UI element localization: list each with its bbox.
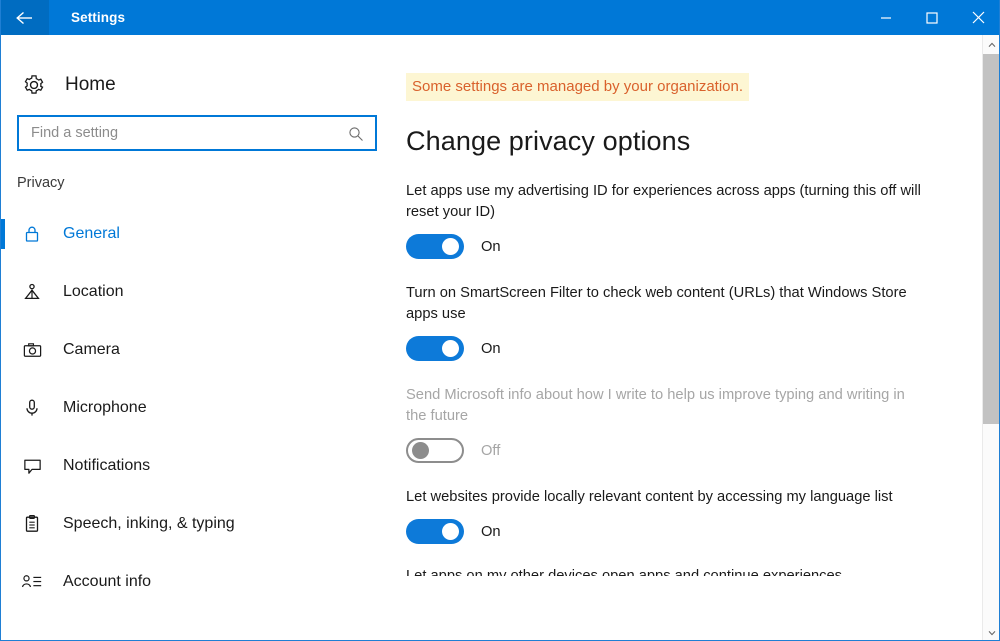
home-label: Home: [65, 74, 116, 95]
sidebar-item-microphone[interactable]: Microphone: [1, 379, 393, 437]
sidebar-item-label: Location: [63, 283, 124, 300]
close-button[interactable]: [955, 0, 999, 35]
toggle-row: Off: [406, 438, 926, 463]
managed-by-organization-banner: Some settings are managed by your organi…: [406, 73, 750, 101]
sidebar-item-label: Notifications: [63, 457, 151, 474]
scrollbar-thumb[interactable]: [983, 54, 999, 424]
account-info-icon: [17, 567, 47, 597]
camera-icon: [17, 335, 47, 365]
toggle-switch[interactable]: [406, 519, 464, 544]
clipboard-icon: [17, 509, 47, 539]
location-pin-icon: [17, 277, 47, 307]
search-box[interactable]: [17, 115, 377, 151]
sidebar: Home Privacy: [1, 35, 393, 640]
sidebar-item-label: Camera: [63, 341, 120, 358]
speech-bubble-icon: [17, 451, 47, 481]
sidebar-item-location[interactable]: Location: [1, 263, 393, 321]
toggle-switch[interactable]: [406, 234, 464, 259]
toggle-state-label: On: [481, 238, 501, 255]
scrollbar-down-button[interactable]: [983, 623, 999, 640]
sidebar-item-label: Microphone: [63, 399, 147, 416]
window-controls: [863, 0, 999, 35]
settings-window: Settings Home Find a setting Privacy Gen…: [0, 0, 1000, 641]
sidebar-item-label: Speech, inking, & typing: [63, 515, 235, 532]
sidebar-section-title: Privacy: [17, 175, 65, 191]
search-input[interactable]: [31, 118, 341, 148]
minimize-icon: [880, 12, 892, 24]
setting-partial-cutoff: Let apps on my other devices open apps a…: [406, 568, 843, 576]
gear-icon: [19, 74, 49, 96]
toggle-knob: [442, 523, 459, 540]
sidebar-item-account-info[interactable]: Account info: [1, 553, 393, 611]
sidebar-item-general[interactable]: General: [1, 205, 393, 263]
sidebar-item-label: Account info: [63, 573, 152, 590]
sidebar-item-label: General: [63, 225, 120, 242]
sidebar-item-camera[interactable]: Camera: [1, 321, 393, 379]
toggle-state-label: On: [481, 523, 501, 540]
toggle-state-label: On: [481, 340, 501, 357]
search-icon[interactable]: [347, 125, 365, 143]
toggle-switch[interactable]: [406, 438, 464, 463]
sidebar-nav-list: General Location Camera Microphone Notif…: [1, 205, 393, 611]
lock-icon: [17, 219, 47, 249]
toggle-knob: [442, 238, 459, 255]
maximize-icon: [926, 11, 938, 24]
window-body: Home Privacy: [1, 35, 999, 640]
sidebar-item-home[interactable]: Home: [19, 63, 393, 107]
setting-label: Let websites provide locally relevant co…: [406, 489, 893, 505]
setting-advertising-id: Let apps use my advertising ID for exper…: [406, 181, 926, 259]
toggle-row: On: [406, 336, 926, 361]
microphone-icon: [17, 393, 47, 423]
sidebar-item-notifications[interactable]: Notifications: [1, 437, 393, 495]
chevron-up-icon: [988, 35, 996, 53]
setting-label: Let apps use my advertising ID for exper…: [406, 183, 921, 220]
page-title: Change privacy options: [406, 126, 691, 156]
toggle-knob: [442, 340, 459, 357]
content-scrollbar[interactable]: [982, 35, 999, 640]
minimize-button[interactable]: [863, 0, 909, 35]
title-bar: Settings: [1, 0, 999, 35]
close-icon: [972, 11, 985, 24]
toggle-row: On: [406, 519, 926, 544]
setting-label: Send Microsoft info about how I write to…: [406, 387, 905, 424]
content-pane: Some settings are managed by your organi…: [393, 35, 999, 640]
setting-language-list: Let websites provide locally relevant co…: [406, 487, 926, 544]
toggle-row: On: [406, 234, 926, 259]
sidebar-item-speech-inking-typing[interactable]: Speech, inking, & typing: [1, 495, 393, 553]
toggle-state-label: Off: [481, 442, 501, 459]
back-button[interactable]: [1, 0, 49, 35]
toggle-switch[interactable]: [406, 336, 464, 361]
back-arrow-icon: [15, 10, 35, 26]
scrollbar-up-button[interactable]: [983, 35, 999, 52]
setting-send-writing-info: Send Microsoft info about how I write to…: [406, 385, 926, 463]
setting-label: Turn on SmartScreen Filter to check web …: [406, 285, 907, 322]
setting-smartscreen-filter: Turn on SmartScreen Filter to check web …: [406, 283, 926, 361]
chevron-down-icon: [988, 623, 996, 641]
toggle-knob: [412, 442, 429, 459]
window-title: Settings: [71, 10, 126, 25]
maximize-button[interactable]: [909, 0, 955, 35]
